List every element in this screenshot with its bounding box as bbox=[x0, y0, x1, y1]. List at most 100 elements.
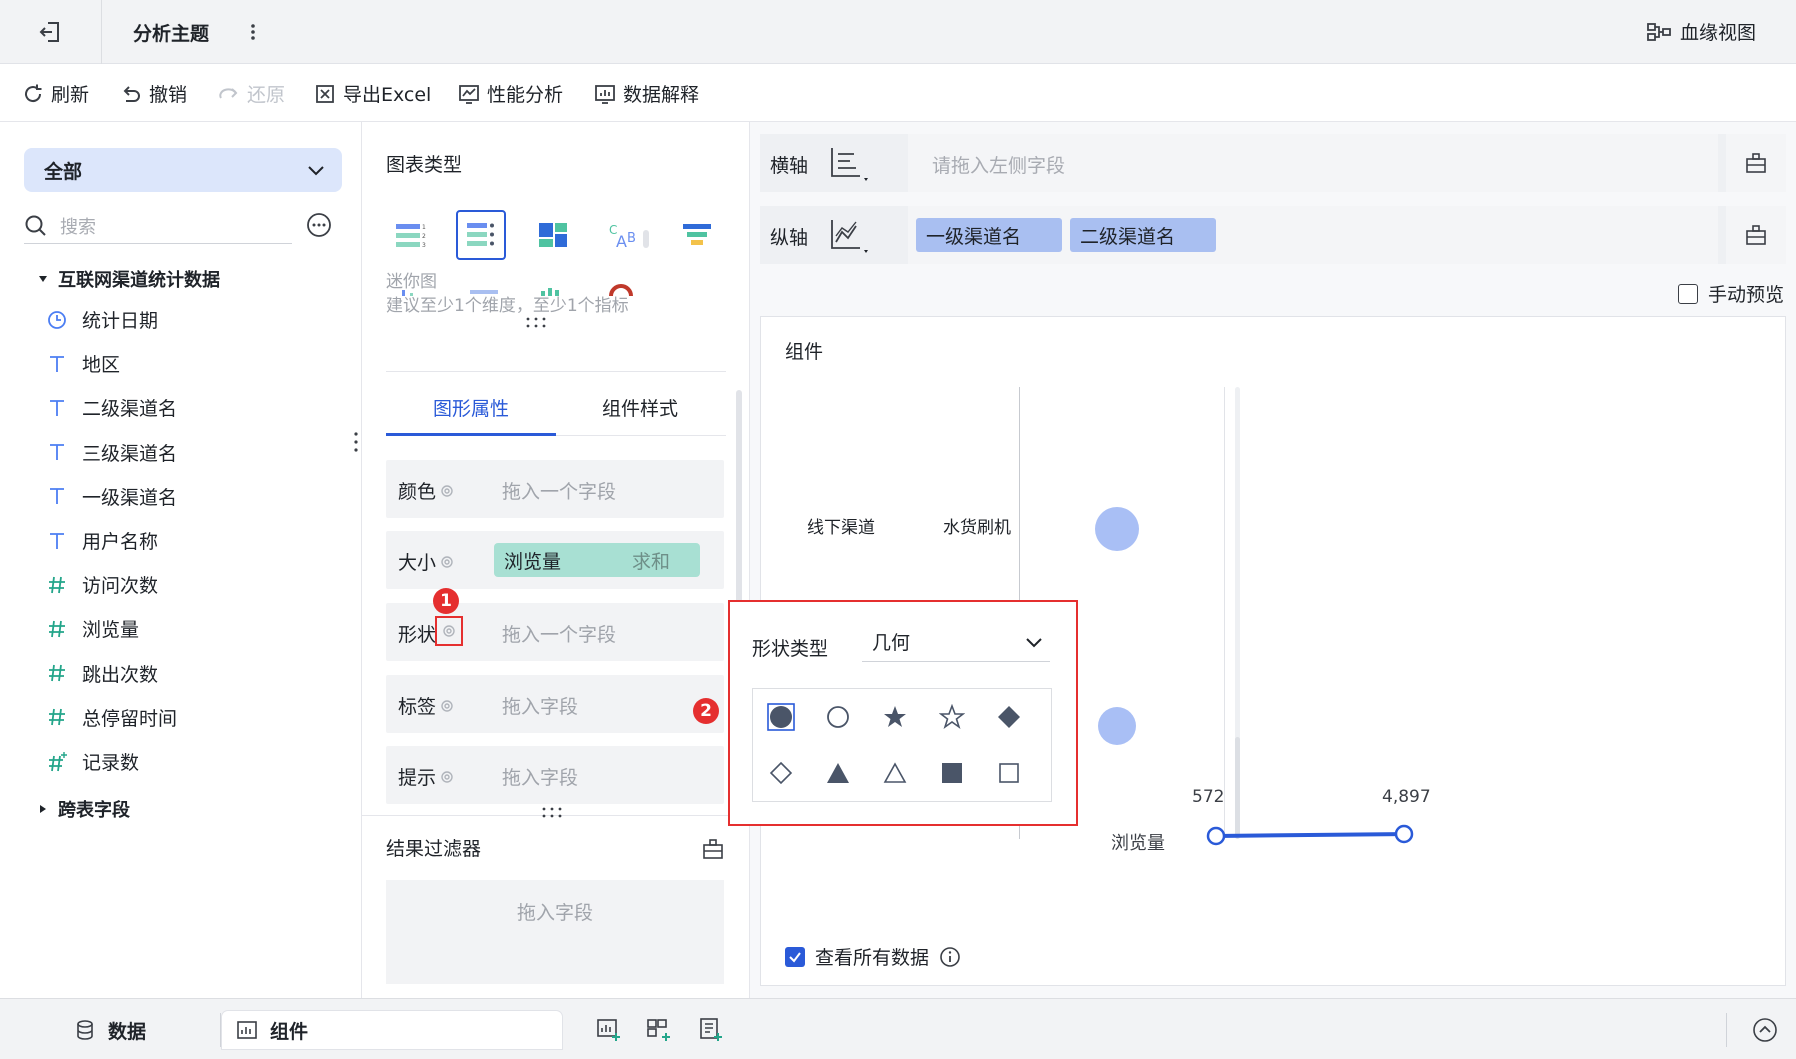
field-item[interactable]: 用户名称 bbox=[46, 527, 158, 554]
shape-drop-placeholder: 拖入一个字段 bbox=[502, 624, 617, 646]
field-item[interactable]: 一级渠道名 bbox=[46, 483, 177, 510]
field-item[interactable]: 跳出次数 bbox=[46, 660, 158, 687]
section-resize-handle[interactable] bbox=[524, 316, 548, 330]
filled-diamond-shape[interactable] bbox=[981, 689, 1037, 745]
field-item[interactable]: 记录数 bbox=[46, 748, 139, 775]
outline-square-shape[interactable] bbox=[981, 745, 1037, 801]
chart-type-treemap-icon[interactable] bbox=[528, 210, 578, 260]
view-all-data-toggle[interactable]: 查看所有数据 bbox=[785, 943, 961, 970]
shape-type-select[interactable]: 几何 bbox=[862, 622, 1050, 662]
outline-diamond-shape[interactable] bbox=[753, 745, 809, 801]
x-axis-row: 横轴 请拖入左侧字段 bbox=[760, 134, 1786, 192]
clock-icon bbox=[46, 309, 68, 331]
config-panel: 图表类型 123 CAB 迷你图 建议至少1个维度，至少1个指标 图形属性 组件… bbox=[362, 122, 750, 998]
x-axis-drop-zone[interactable]: 请拖入左侧字段 bbox=[908, 134, 1718, 192]
undo-button[interactable]: 撤销 bbox=[120, 80, 187, 107]
more-options-icon[interactable] bbox=[306, 212, 332, 238]
field-label: 总停留时间 bbox=[82, 707, 178, 730]
manual-preview-toggle[interactable]: 手动预览 bbox=[1677, 280, 1784, 307]
filled-square-shape[interactable] bbox=[924, 745, 980, 801]
tab-component[interactable]: 组件 bbox=[222, 1011, 562, 1049]
tab-data-label: 数据 bbox=[108, 1020, 147, 1043]
cross-table-node[interactable]: 跨表字段 bbox=[38, 796, 130, 822]
redo-button[interactable]: 还原 bbox=[218, 80, 285, 107]
collapse-up-icon[interactable] bbox=[1752, 1017, 1778, 1043]
hint-property-row[interactable]: 提示 拖入字段 bbox=[386, 746, 724, 804]
data-bubble[interactable] bbox=[1098, 707, 1136, 745]
y-field-pill-level1[interactable]: 一级渠道名 bbox=[916, 218, 1062, 252]
explain-label: 数据解释 bbox=[623, 84, 700, 106]
field-item[interactable]: 地区 bbox=[46, 350, 120, 377]
field-item[interactable]: 统计日期 bbox=[46, 306, 158, 333]
manual-preview-label: 手动预览 bbox=[1707, 284, 1784, 306]
section-resize-handle[interactable] bbox=[540, 806, 564, 820]
field-item[interactable]: 总停留时间 bbox=[46, 704, 177, 731]
add-dashboard-icon[interactable] bbox=[646, 1017, 672, 1043]
tab-component-style[interactable]: 组件样式 bbox=[602, 394, 678, 421]
refresh-button[interactable]: 刷新 bbox=[22, 80, 89, 107]
step-badge-2: 2 bbox=[693, 698, 719, 724]
exit-icon[interactable] bbox=[36, 18, 64, 46]
result-filter-title: 结果过滤器 bbox=[386, 838, 482, 860]
tag-property-row[interactable]: 标签 拖入字段 bbox=[386, 675, 724, 733]
y-field-pill-level2[interactable]: 二级渠道名 bbox=[1070, 218, 1216, 252]
size-aggregation[interactable]: 求和 bbox=[632, 547, 670, 574]
field-label: 用户名称 bbox=[82, 531, 159, 553]
filter-drop-zone[interactable]: 拖入字段 bbox=[386, 880, 724, 984]
divider bbox=[386, 371, 726, 372]
number-field-icon bbox=[46, 618, 68, 640]
filled-star-shape[interactable] bbox=[867, 689, 923, 745]
svg-text:3: 3 bbox=[422, 242, 426, 249]
size-legend-slider[interactable] bbox=[1205, 824, 1415, 846]
search-input[interactable]: 搜索 bbox=[24, 208, 292, 244]
y-axis-settings-icon[interactable] bbox=[1726, 206, 1786, 264]
gear-icon[interactable] bbox=[439, 554, 455, 570]
refresh-icon bbox=[22, 83, 44, 105]
field-item[interactable]: 二级渠道名 bbox=[46, 394, 177, 421]
performance-analysis-button[interactable]: 性能分析 bbox=[458, 80, 563, 107]
lineage-icon bbox=[1646, 21, 1672, 43]
manual-preview-checkbox[interactable] bbox=[1677, 283, 1698, 304]
gear-icon[interactable] bbox=[439, 769, 455, 785]
tab-graph-property[interactable]: 图形属性 bbox=[433, 394, 509, 421]
field-scope-dropdown[interactable]: 全部 bbox=[24, 148, 342, 192]
shape-settings-button[interactable] bbox=[435, 616, 463, 646]
tag-label: 标签 bbox=[398, 692, 455, 719]
field-item[interactable]: 三级渠道名 bbox=[46, 439, 177, 466]
data-bubble[interactable] bbox=[1095, 507, 1139, 551]
field-item[interactable]: 访问次数 bbox=[46, 571, 158, 598]
lineage-view-button[interactable]: 血缘视图 bbox=[1646, 18, 1756, 45]
tag-drop-placeholder: 拖入字段 bbox=[502, 696, 579, 718]
outline-triangle-shape[interactable] bbox=[867, 745, 923, 801]
filled-triangle-shape[interactable] bbox=[810, 745, 866, 801]
color-property-row[interactable]: 颜色 拖入一个字段 bbox=[386, 460, 724, 518]
view-all-checkbox[interactable] bbox=[785, 946, 805, 967]
filter-settings-icon[interactable] bbox=[702, 838, 724, 860]
gear-icon[interactable] bbox=[439, 698, 455, 714]
chart-type-scrollbar[interactable] bbox=[643, 230, 649, 248]
x-axis-settings-icon[interactable] bbox=[1726, 134, 1786, 192]
field-item[interactable]: 浏览量 bbox=[46, 615, 139, 642]
size-property-row[interactable]: 大小 浏览量 求和 bbox=[386, 531, 724, 589]
chart-type-funnel-icon[interactable] bbox=[672, 210, 722, 260]
tab-data[interactable]: 数据 bbox=[74, 1011, 146, 1049]
y-axis-sort-icon[interactable] bbox=[828, 218, 872, 254]
caret-down-icon bbox=[38, 274, 48, 284]
info-icon[interactable] bbox=[939, 946, 961, 968]
data-explain-button[interactable]: 数据解释 bbox=[594, 80, 699, 107]
export-excel-button[interactable]: 导出Excel bbox=[314, 80, 431, 107]
gear-icon[interactable] bbox=[439, 483, 455, 499]
x-axis-sort-icon[interactable] bbox=[828, 146, 872, 182]
dataset-node[interactable]: 互联网渠道统计数据 bbox=[38, 266, 220, 292]
outline-circle-shape[interactable] bbox=[810, 689, 866, 745]
outline-star-shape[interactable] bbox=[924, 689, 980, 745]
chart-type-mini-icon[interactable] bbox=[456, 210, 506, 260]
number-field-icon bbox=[46, 706, 68, 728]
filled-circle-shape[interactable] bbox=[753, 689, 809, 745]
chart-type-table-icon[interactable]: 1 2 3 bbox=[386, 210, 436, 260]
add-component-icon[interactable] bbox=[596, 1017, 622, 1043]
size-field-pill[interactable]: 浏览量 求和 bbox=[494, 543, 700, 577]
y-axis-drop-zone[interactable]: 一级渠道名 二级渠道名 bbox=[908, 206, 1718, 264]
add-report-icon[interactable] bbox=[698, 1017, 724, 1043]
more-vertical-icon[interactable] bbox=[244, 18, 262, 46]
